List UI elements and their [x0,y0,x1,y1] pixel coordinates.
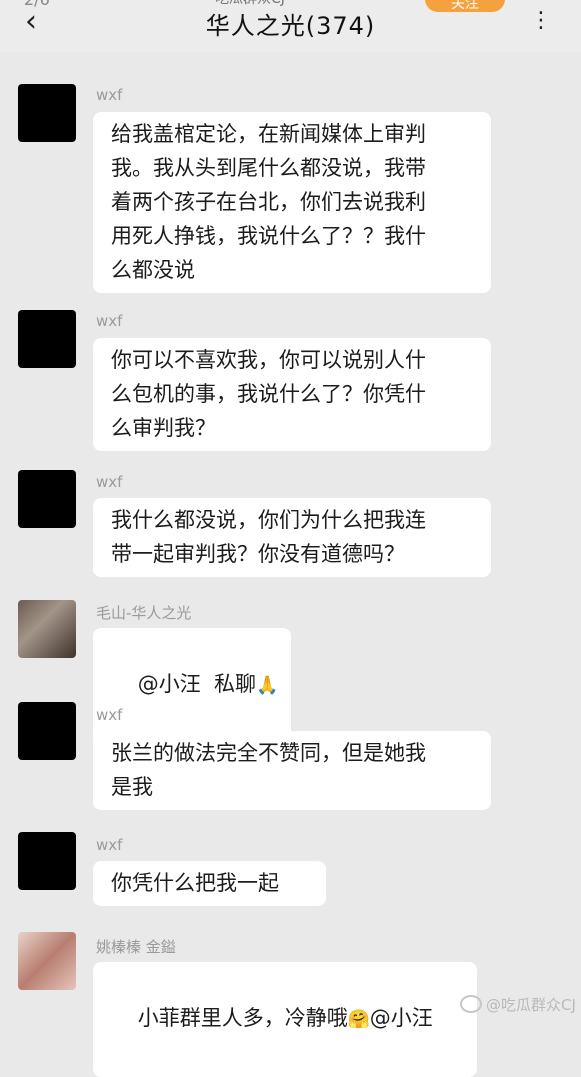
message-text: @小汪 私聊 [137,672,257,696]
follow-button[interactable]: 关注 [425,0,505,12]
sender-name: wxf [96,312,123,330]
avatar[interactable] [18,832,76,890]
message-bubble[interactable]: 小菲群里人多，冷静哦🤗@小汪 [93,962,477,1077]
hug-emoji-icon: 🤗 [347,1009,371,1030]
watermark-text: @吃瓜群众CJ [486,996,576,1014]
avatar[interactable] [18,310,76,368]
avatar[interactable] [18,84,76,142]
sender-name: 毛山-华人之光 [96,604,192,622]
avatar[interactable] [18,600,76,658]
avatar[interactable] [18,932,76,990]
more-options-icon[interactable]: ⋮ [526,6,556,36]
chat-header: 2/6 ‹ 吃瓜群众CJ 华人之光(374) 关注 ⋮ [0,0,581,52]
sender-name: wxf [96,86,123,104]
sender-name: wxf [96,836,123,854]
avatar[interactable] [18,470,76,528]
pray-emoji-icon: 🙏 [256,675,279,696]
message-text: 小菲群里人多，冷静哦 [137,1006,348,1030]
message-bubble[interactable]: 我什么都没说，你们为什么把我连 带一起审判我？你没有道德吗？ [93,498,491,577]
message-bubble[interactable]: 你凭什么把我一起 [93,861,326,906]
message-bubble[interactable]: 给我盖棺定论，在新闻媒体上审判 我。我从头到尾什么都没说，我带 着两个孩子在台北… [93,112,491,293]
message-bubble[interactable]: @小汪 私聊🙏 [93,628,291,743]
sender-name: wxf [96,473,123,491]
avatar[interactable] [18,702,76,760]
weibo-logo-icon [460,995,482,1013]
message-bubble[interactable]: 你可以不喜欢我，你可以说别人什 么包机的事，我说什么了？你凭什 么审判我？ [93,338,491,451]
sender-name: 姚榛榛 金鎰 [96,938,176,956]
mention-text: @小汪 [369,1006,433,1030]
message-bubble[interactable]: 张兰的做法完全不赞同，但是她我 是我 [93,731,491,810]
sender-name: wxf [96,706,123,724]
watermark: @吃瓜群众CJ [460,994,576,1015]
